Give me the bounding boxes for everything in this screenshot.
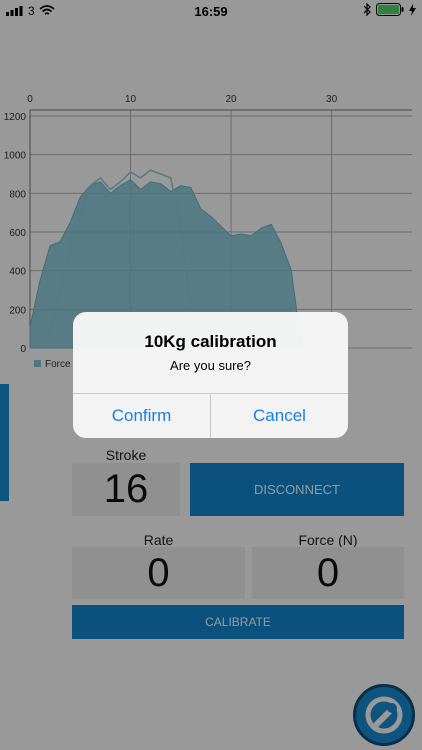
- cancel-button[interactable]: Cancel: [211, 394, 348, 438]
- dialog-title: 10Kg calibration: [144, 332, 277, 351]
- dialog-message: Are you sure?: [170, 358, 251, 373]
- calibration-dialog: 10Kg calibration Are you sure? Confirm C…: [73, 312, 348, 438]
- confirm-button[interactable]: Confirm: [73, 394, 210, 438]
